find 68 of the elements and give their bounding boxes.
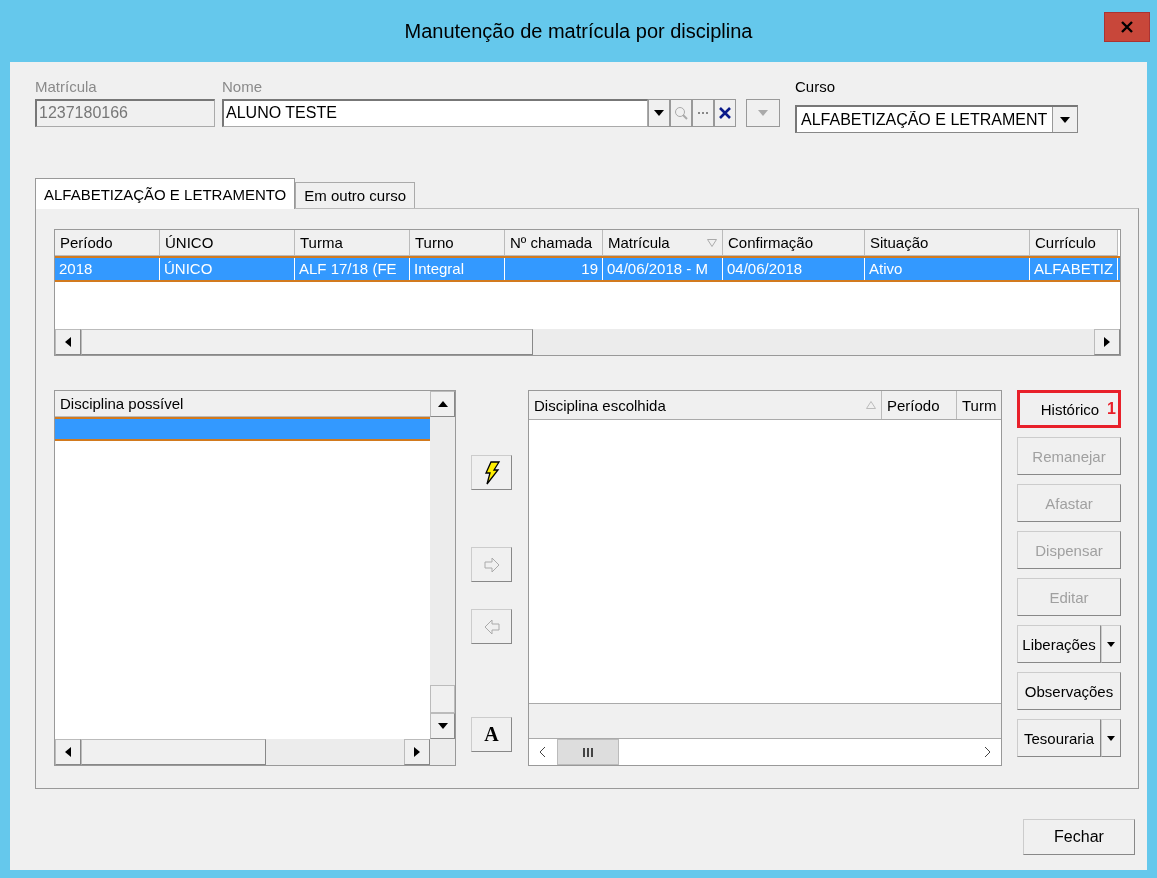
tab[interactable]: ALFABETIZAÇÃO E LETRAMENTO — [35, 178, 296, 209]
clear-icon — [719, 107, 731, 119]
tab[interactable]: Em outro curso — [295, 182, 415, 208]
clear-button[interactable] — [714, 99, 736, 127]
caret-icon — [1060, 116, 1070, 123]
scroll-down-icon — [437, 723, 448, 729]
close-dialog-button[interactable]: Fechar — [1023, 819, 1135, 855]
horizontal-scrollbar[interactable] — [55, 739, 430, 765]
lightning-icon — [482, 460, 501, 485]
column-header[interactable]: Currículo — [1030, 230, 1118, 256]
table-cell: Integral — [410, 258, 505, 280]
scroll-left-icon — [65, 747, 71, 757]
column-header[interactable]: Período — [882, 391, 957, 419]
column-header[interactable]: Turma — [295, 230, 410, 256]
caret-icon — [1107, 641, 1115, 647]
table-cell: ALF 17/18 (FE — [295, 258, 410, 280]
search-icon — [674, 106, 688, 120]
column-header[interactable]: Situação — [865, 230, 1030, 256]
scroll-right-icon — [984, 747, 990, 757]
scroll-right-icon — [1104, 337, 1110, 347]
course-dropdown[interactable]: ALFABETIZAÇÃO E LETRAMENT — [795, 105, 1078, 133]
action-button[interactable]: Liberações — [1017, 625, 1101, 663]
table-cell: ALFABETIZ — [1030, 258, 1118, 280]
action-button[interactable]: Histórico 1 — [1017, 390, 1121, 428]
grip-icon — [583, 747, 593, 757]
action-button[interactable]: Tesouraria — [1017, 719, 1101, 757]
table-cell: ÚNICO — [160, 258, 295, 280]
horizontal-scrollbar[interactable] — [529, 738, 1001, 765]
column-header[interactable]: ÚNICO — [160, 230, 295, 256]
horizontal-scrollbar[interactable] — [55, 329, 1120, 355]
close-button[interactable] — [1104, 12, 1150, 42]
column-header[interactable]: Confirmação — [723, 230, 865, 256]
table-cell: 04/06/2018 — [723, 258, 865, 280]
action-button[interactable]: Observações — [1017, 672, 1121, 710]
scroll-right-icon — [414, 747, 420, 757]
annotation-number: 1 — [1107, 400, 1116, 418]
left-arrow-icon — [483, 618, 500, 635]
scroll-left-icon — [65, 337, 71, 347]
table-cell: 04/06/2018 - M — [603, 258, 723, 280]
lightning-button[interactable] — [471, 455, 512, 490]
name-field[interactable]: ALUNO TESTE — [222, 99, 648, 127]
table-cell: Ativo — [865, 258, 1030, 280]
dropdown-button[interactable] — [648, 99, 670, 127]
font-button[interactable]: A — [471, 717, 512, 752]
window-title: Manutenção de matrícula por disciplina — [404, 19, 753, 43]
caret-icon — [654, 110, 664, 116]
table-cell: 2018 — [55, 258, 160, 280]
column-header[interactable]: Turno — [410, 230, 505, 256]
column-header[interactable]: Nº chamada — [505, 230, 603, 256]
close-icon — [1121, 21, 1133, 33]
dropdown-button[interactable] — [1101, 625, 1121, 663]
column-header[interactable]: Disciplina possível — [55, 391, 430, 417]
caret-icon — [1107, 735, 1115, 741]
field-label: Nome — [222, 78, 263, 96]
column-header[interactable]: Disciplina escolhida — [529, 391, 882, 419]
scroll-up-icon — [437, 401, 448, 407]
column-header[interactable]: Período — [55, 230, 160, 256]
column-header[interactable]: Turm — [957, 391, 1001, 419]
field-label: Curso — [795, 78, 836, 96]
scroll-thumb[interactable] — [430, 685, 455, 713]
column-header[interactable]: Matrícula — [603, 230, 723, 256]
caret-icon — [758, 110, 768, 116]
right-arrow-icon — [483, 556, 500, 573]
field-label: Matrícula — [35, 78, 98, 96]
scroll-left-icon — [540, 747, 546, 757]
table-cell: 19 — [505, 258, 603, 280]
vertical-scrollbar[interactable] — [430, 391, 455, 765]
dropdown-button[interactable] — [1101, 719, 1121, 757]
